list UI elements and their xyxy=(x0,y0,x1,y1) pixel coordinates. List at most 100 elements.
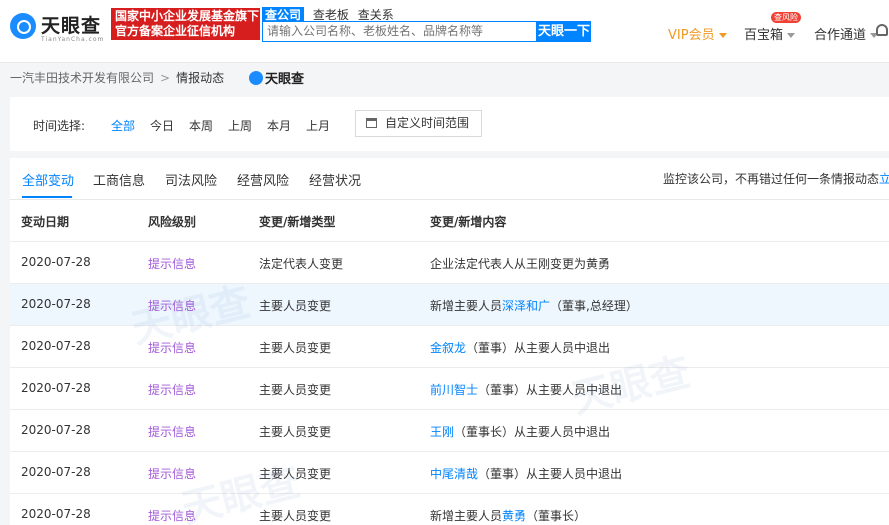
banner-line-2: 官方备案企业征信机构 xyxy=(115,24,236,38)
nav-vip[interactable]: VIP会员 xyxy=(668,24,727,43)
breadcrumb-separator: > xyxy=(160,71,171,85)
change-type: 主要人员变更 xyxy=(259,341,332,355)
time-option-today[interactable]: 今日 xyxy=(150,117,174,134)
mini-logo: 天眼查 xyxy=(249,68,304,87)
custom-range-label: 自定义时间范围 xyxy=(385,116,470,130)
content-text: 企业法定代表人从王刚变更为黄勇 xyxy=(430,257,611,271)
person-link[interactable]: 黄勇 xyxy=(502,509,526,523)
time-option-all[interactable]: 全部 xyxy=(111,117,135,134)
breadcrumb: 一汽丰田技术开发有限公司 > 情报动态 xyxy=(10,69,224,86)
logo-eye-icon xyxy=(249,70,263,85)
header-risk: 风险级别 xyxy=(148,215,197,229)
bell-icon[interactable] xyxy=(876,24,888,36)
breadcrumb-company[interactable]: 一汽丰田技术开发有限公司 xyxy=(10,71,154,85)
breadcrumb-current: 情报动态 xyxy=(176,71,225,85)
nav-vip-label: VIP会员 xyxy=(668,28,715,43)
calendar-icon xyxy=(366,118,377,128)
tab-judicial-risk[interactable]: 司法风险 xyxy=(165,170,217,189)
time-option-this-month[interactable]: 本月 xyxy=(267,117,291,134)
risk-level[interactable]: 提示信息 xyxy=(148,339,196,356)
risk-level[interactable]: 提示信息 xyxy=(148,297,196,314)
active-tab-indicator xyxy=(22,196,72,198)
change-type: 主要人员变更 xyxy=(259,425,332,439)
change-date: 2020-07-28 xyxy=(21,423,91,437)
change-content: 金叙龙（董事）从主要人员中退出 xyxy=(430,339,610,356)
header-type: 变更/新增类型 xyxy=(259,215,336,229)
search-input[interactable] xyxy=(263,22,539,40)
nav-cooperation-label: 合作通道 xyxy=(814,28,867,43)
content-text: （董事）从主要人员中退出 xyxy=(466,341,611,355)
change-date: 2020-07-28 xyxy=(21,381,91,395)
change-type: 主要人员变更 xyxy=(259,509,332,523)
content-text: 新增主要人员 xyxy=(430,509,503,523)
risk-level[interactable]: 提示信息 xyxy=(148,507,196,524)
monitor-link[interactable]: 立 xyxy=(879,172,889,186)
mini-logo-text: 天眼查 xyxy=(265,72,305,87)
risk-level[interactable]: 提示信息 xyxy=(148,381,196,398)
table-header-row: 变动日期 风险级别 变更/新增类型 变更/新增内容 xyxy=(10,200,889,242)
change-content: 新增主要人员深泽和广（董事,总经理） xyxy=(430,297,638,314)
risk-level[interactable]: 提示信息 xyxy=(148,465,196,482)
risk-level[interactable]: 提示信息 xyxy=(148,255,196,272)
person-link[interactable]: 前川智士 xyxy=(430,383,478,397)
change-type: 主要人员变更 xyxy=(259,467,332,481)
change-type: 主要人员变更 xyxy=(259,383,332,397)
category-tabs: 全部变动 工商信息 司法风险 经营风险 经营状况 监控该公司，不再错过任何一条情… xyxy=(10,158,889,200)
search-button[interactable]: 天眼一下 xyxy=(537,21,591,42)
change-date: 2020-07-28 xyxy=(21,507,91,521)
content-text: （董事长） xyxy=(526,509,587,523)
change-type: 法定代表人变更 xyxy=(259,257,344,271)
risk-badge: 查风险 xyxy=(771,12,801,23)
tab-business-info[interactable]: 工商信息 xyxy=(93,170,145,189)
monitor-prompt: 监控该公司，不再错过任何一条情报动态立 xyxy=(663,170,889,187)
person-link[interactable]: 中尾清哉 xyxy=(430,467,478,481)
nav-baibaoxiang-label: 百宝箱 xyxy=(744,28,784,43)
table-row: 2020-07-28 提示信息 主要人员变更 金叙龙（董事）从主要人员中退出 xyxy=(10,326,889,368)
logo-text: 天眼查 xyxy=(41,15,102,37)
change-content: 企业法定代表人从王刚变更为黄勇 xyxy=(430,255,610,272)
content-text: （董事长）从主要人员中退出 xyxy=(454,425,611,439)
official-banner[interactable]: 国家中小企业发展基金旗下 官方备案企业征信机构 xyxy=(111,8,260,40)
banner-line-1: 国家中小企业发展基金旗下 xyxy=(115,9,260,23)
time-option-last-week[interactable]: 上周 xyxy=(228,117,252,134)
search-tab-relation[interactable]: 查关系 xyxy=(358,8,394,22)
tab-operation-status[interactable]: 经营状况 xyxy=(309,170,361,189)
content-text: （董事）从主要人员中退出 xyxy=(478,467,623,481)
person-link[interactable]: 深泽和广 xyxy=(502,299,550,313)
time-option-this-week[interactable]: 本周 xyxy=(189,117,213,134)
search-box xyxy=(262,21,539,42)
nav-cooperation[interactable]: 合作通道 xyxy=(814,24,879,43)
chevron-down-icon xyxy=(718,33,727,38)
change-content: 中尾清哉（董事）从主要人员中退出 xyxy=(430,465,622,482)
change-date: 2020-07-28 xyxy=(21,297,91,311)
change-date: 2020-07-28 xyxy=(21,339,91,353)
tab-all-changes[interactable]: 全部变动 xyxy=(22,170,74,189)
change-date: 2020-07-28 xyxy=(21,255,91,269)
table-row: 2020-07-28 提示信息 主要人员变更 新增主要人员黄勇（董事长） xyxy=(10,494,889,525)
table-row: 2020-07-28 提示信息 主要人员变更 王刚（董事长）从主要人员中退出 xyxy=(10,410,889,452)
person-link[interactable]: 金叙龙 xyxy=(430,341,466,355)
nav-baibaoxiang[interactable]: 百宝箱 xyxy=(744,24,796,43)
monitor-prompt-text: 监控该公司，不再错过任何一条情报动态 xyxy=(663,172,880,186)
content-text: （董事,总经理） xyxy=(550,299,638,313)
custom-range-button[interactable]: 自定义时间范围 xyxy=(355,110,482,137)
person-link[interactable]: 王刚 xyxy=(430,425,454,439)
chevron-down-icon xyxy=(787,33,796,38)
time-filter-bar: 时间选择: 全部 今日 本周 上周 本月 上月 自定义时间范围 xyxy=(10,97,889,151)
content-text: 新增主要人员 xyxy=(430,299,503,313)
table-row: 2020-07-28 提示信息 主要人员变更 中尾清哉（董事）从主要人员中退出 xyxy=(10,452,889,494)
change-content: 新增主要人员黄勇（董事长） xyxy=(430,507,586,524)
header-content: 变更/新增内容 xyxy=(430,215,507,229)
risk-level[interactable]: 提示信息 xyxy=(148,423,196,440)
changes-table: 变动日期 风险级别 变更/新增类型 变更/新增内容 2020-07-28 提示信息… xyxy=(10,200,889,525)
tab-operation-risk[interactable]: 经营风险 xyxy=(237,170,289,189)
header-date: 变动日期 xyxy=(21,215,70,229)
content-text: （董事）从主要人员中退出 xyxy=(478,383,623,397)
change-content: 前川智士（董事）从主要人员中退出 xyxy=(430,381,622,398)
table-row: 2020-07-28 提示信息 法定代表人变更 企业法定代表人从王刚变更为黄勇 xyxy=(10,242,889,284)
top-header: 天眼查 TianYanCha.com 国家中小企业发展基金旗下 官方备案企业征信… xyxy=(0,0,889,63)
time-option-last-month[interactable]: 上月 xyxy=(306,117,330,134)
change-content: 王刚（董事长）从主要人员中退出 xyxy=(430,423,610,440)
search-tab-boss[interactable]: 查老板 xyxy=(313,8,349,22)
tianyancha-logo[interactable]: 天眼查 TianYanCha.com xyxy=(10,10,106,43)
